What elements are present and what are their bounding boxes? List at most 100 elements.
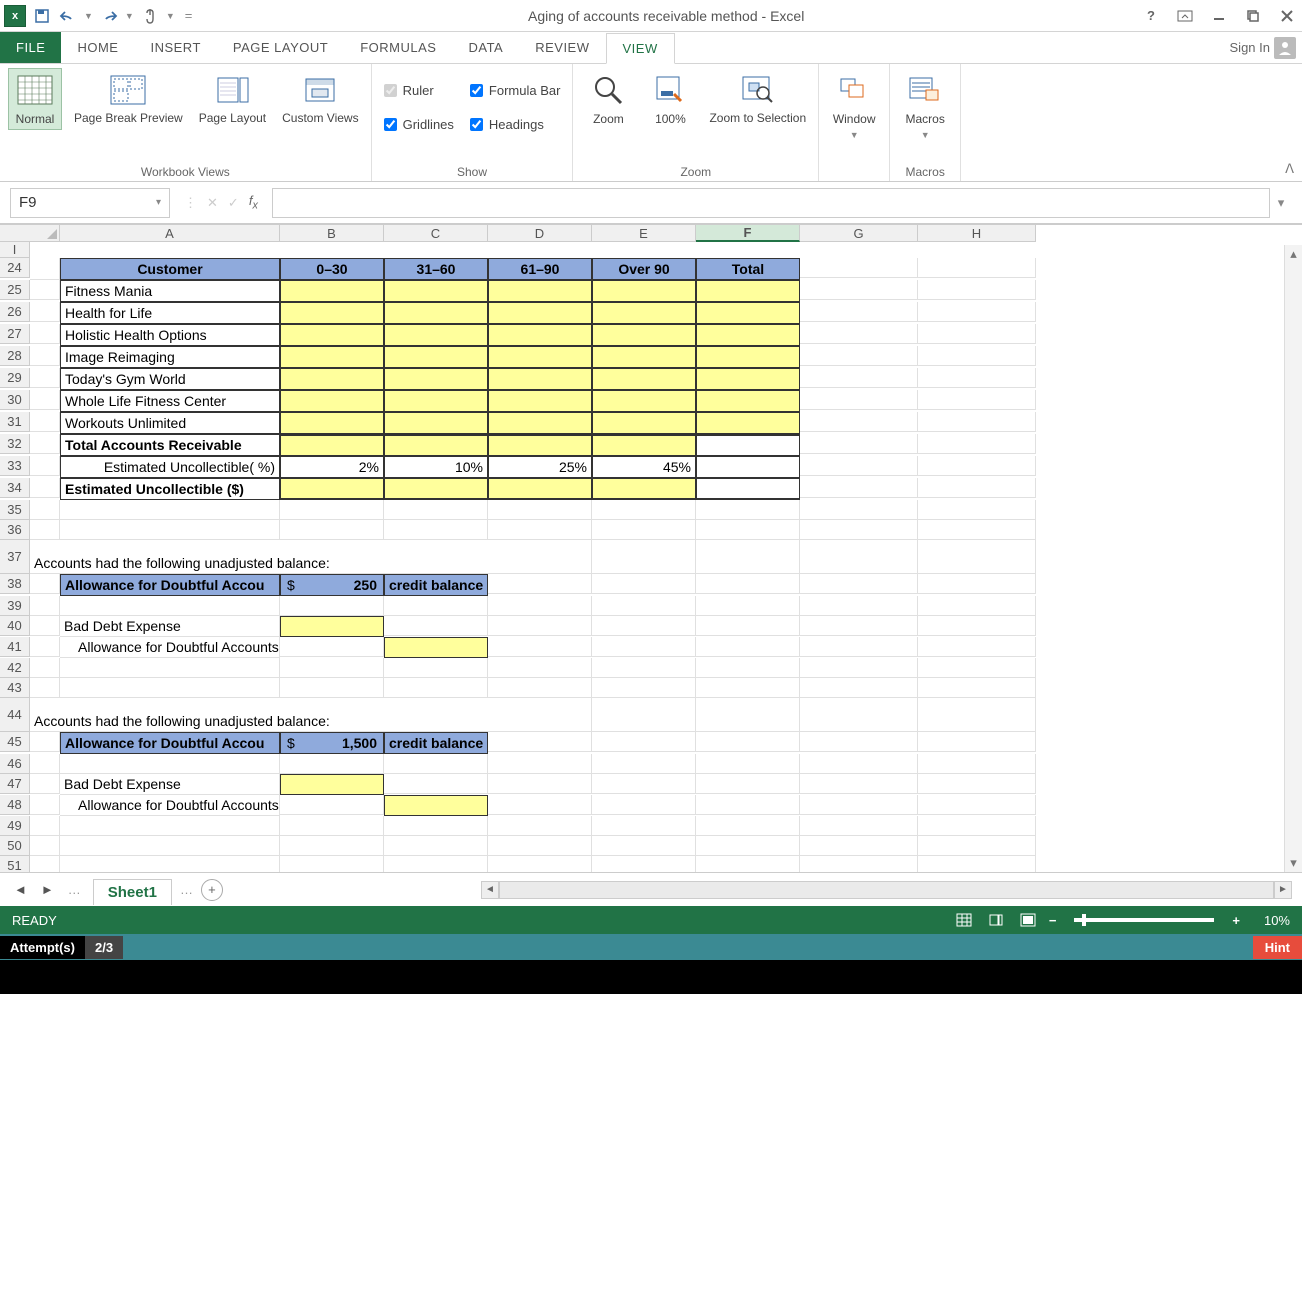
cell-I44[interactable]: [918, 698, 1036, 732]
close-icon[interactable]: [1276, 5, 1298, 27]
cell-H47[interactable]: [800, 774, 918, 794]
tab-scroll-right-icon[interactable]: ►: [37, 882, 58, 897]
cell-G51[interactable]: [696, 856, 800, 872]
allowance-amount[interactable]: $250: [280, 574, 384, 596]
cell-I27[interactable]: [918, 324, 1036, 344]
cell-G48[interactable]: [696, 795, 800, 815]
cell-A45[interactable]: [30, 732, 60, 752]
fx-icon[interactable]: fx: [249, 193, 258, 212]
window-button[interactable]: Window ▼: [827, 68, 881, 144]
zoom-level[interactable]: 10%: [1250, 913, 1290, 928]
cell-I31[interactable]: [918, 412, 1036, 432]
cell-E48[interactable]: [488, 795, 592, 815]
est-dollar-label[interactable]: Estimated Uncollectible ($): [60, 478, 280, 500]
cell-A25[interactable]: [30, 280, 60, 300]
cell-B35[interactable]: [60, 500, 280, 520]
aging-cell[interactable]: [384, 324, 488, 346]
cell-E49[interactable]: [488, 816, 592, 836]
allowance-amount-2[interactable]: $1,500: [280, 732, 384, 754]
cell-C36[interactable]: [280, 520, 384, 540]
aging-cell[interactable]: [280, 324, 384, 346]
cell-A35[interactable]: [30, 500, 60, 520]
ruler-checkbox[interactable]: Ruler: [380, 76, 458, 104]
aging-cell[interactable]: [696, 324, 800, 346]
cell-E43[interactable]: [488, 678, 592, 698]
cancel-formula-icon[interactable]: ✕: [207, 195, 218, 211]
cell-A26[interactable]: [30, 302, 60, 322]
aging-cell[interactable]: [488, 390, 592, 412]
cell-C42[interactable]: [280, 658, 384, 678]
cell-F48[interactable]: [592, 795, 696, 815]
row37-text[interactable]: Accounts had the following unadjusted ba…: [30, 540, 592, 574]
cell-H39[interactable]: [800, 596, 918, 616]
cell-H34[interactable]: [800, 478, 918, 498]
est-dollar-cell[interactable]: [280, 478, 384, 500]
cell-E47[interactable]: [488, 774, 592, 794]
cell-H44[interactable]: [800, 698, 918, 732]
cell-H31[interactable]: [800, 412, 918, 432]
gridlines-checkbox[interactable]: Gridlines: [380, 110, 458, 138]
cell-F42[interactable]: [592, 658, 696, 678]
allowance-credit-amount-2[interactable]: [384, 795, 488, 816]
cell-G46[interactable]: [696, 754, 800, 774]
cell-H50[interactable]: [800, 836, 918, 856]
cell-A48[interactable]: [30, 795, 60, 815]
expand-formula-bar-icon[interactable]: ▾: [1270, 195, 1292, 211]
header-customer[interactable]: Customer: [60, 258, 280, 280]
aging-cell[interactable]: [280, 346, 384, 368]
cell-F41[interactable]: [592, 637, 696, 657]
cell-G41[interactable]: [696, 637, 800, 657]
page-break-view-icon[interactable]: [1017, 910, 1039, 930]
row-header-51[interactable]: 51: [0, 856, 30, 872]
hint-button[interactable]: Hint: [1253, 936, 1302, 959]
cell-H29[interactable]: [800, 368, 918, 388]
cell-F43[interactable]: [592, 678, 696, 698]
row-header-44[interactable]: 44: [0, 698, 30, 732]
aging-cell[interactable]: [488, 368, 592, 390]
cell-H33[interactable]: [800, 456, 918, 476]
cell-E38[interactable]: [488, 574, 592, 594]
credit-balance-label[interactable]: credit balance: [384, 574, 488, 596]
cell-A28[interactable]: [30, 346, 60, 366]
zoom-slider[interactable]: [1074, 918, 1214, 922]
aging-cell[interactable]: [592, 412, 696, 434]
customer-name[interactable]: Image Reimaging: [60, 346, 280, 368]
cell-A31[interactable]: [30, 412, 60, 432]
cell-G36[interactable]: [696, 520, 800, 540]
aging-cell[interactable]: [696, 346, 800, 368]
cell-F47[interactable]: [592, 774, 696, 794]
cell-G50[interactable]: [696, 836, 800, 856]
tab-formulas[interactable]: FORMULAS: [344, 32, 452, 63]
row-header-42[interactable]: 42: [0, 658, 30, 678]
cell-I36[interactable]: [918, 520, 1036, 540]
tab-page-layout[interactable]: PAGE LAYOUT: [217, 32, 344, 63]
cell-F49[interactable]: [592, 816, 696, 836]
cell-I41[interactable]: [918, 637, 1036, 657]
cell-H24[interactable]: [800, 258, 918, 278]
allowance-label[interactable]: Allowance for Doubtful Accou: [60, 574, 280, 596]
cell-G42[interactable]: [696, 658, 800, 678]
cell-D36[interactable]: [384, 520, 488, 540]
scroll-up-icon[interactable]: ▴: [1285, 245, 1302, 263]
cell-D40[interactable]: [384, 616, 488, 636]
cell-I38[interactable]: [918, 574, 1036, 594]
cell-D47[interactable]: [384, 774, 488, 794]
credit-balance-label-2[interactable]: credit balance: [384, 732, 488, 754]
header-total[interactable]: Total: [696, 258, 800, 280]
aging-cell[interactable]: [384, 368, 488, 390]
cell-G39[interactable]: [696, 596, 800, 616]
row-header-36[interactable]: 36: [0, 520, 30, 540]
zoom-selection-button[interactable]: Zoom to Selection: [705, 68, 810, 129]
cell-F44[interactable]: [592, 698, 696, 732]
cell-F40[interactable]: [592, 616, 696, 636]
cell-A49[interactable]: [30, 816, 60, 836]
est-dollar-cell[interactable]: [592, 478, 696, 500]
cell-A36[interactable]: [30, 520, 60, 540]
aging-cell[interactable]: [696, 280, 800, 302]
aging-cell[interactable]: [384, 412, 488, 434]
row-header-50[interactable]: 50: [0, 836, 30, 856]
cell-A43[interactable]: [30, 678, 60, 698]
total-ar-total[interactable]: [696, 434, 800, 456]
row-header-35[interactable]: 35: [0, 500, 30, 520]
cell-I32[interactable]: [918, 434, 1036, 454]
